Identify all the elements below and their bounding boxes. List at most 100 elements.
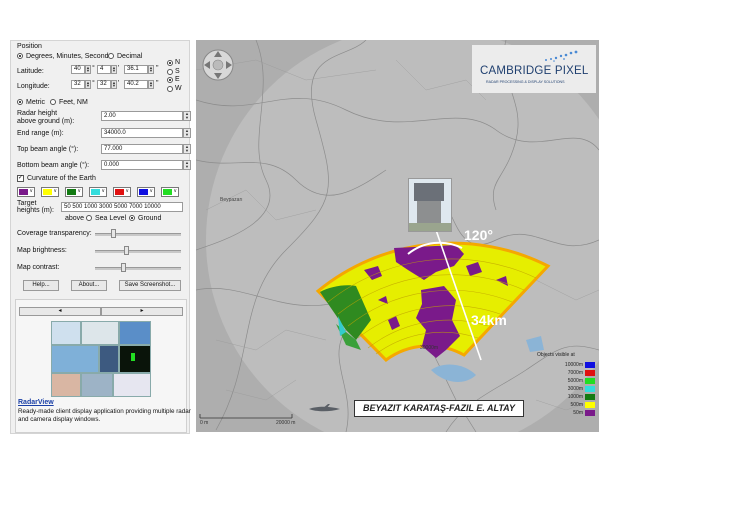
minute-symbol: ' [118, 80, 120, 87]
swatch-1-select[interactable]: ∨ [17, 187, 35, 197]
prev-button[interactable]: ◂ [19, 307, 101, 316]
legend-swatch [585, 394, 595, 400]
lat-degrees-input[interactable]: 40 [71, 65, 85, 74]
radar-photo [408, 178, 452, 232]
top-beam-spinner[interactable]: ▲ ▼ [183, 144, 191, 154]
longitude-label: Longitude: [17, 83, 50, 90]
swatch-color [139, 189, 148, 195]
legend-swatch [585, 378, 595, 384]
swatch-3-select[interactable]: ∨ [65, 187, 83, 197]
target-heights-label-2: heights (m): [17, 207, 54, 214]
map-contrast-slider[interactable] [95, 267, 181, 270]
legend-swatch [585, 402, 595, 408]
beam-angle-label: 120° [464, 227, 493, 243]
metric-radio[interactable] [17, 99, 23, 105]
sea-level-radio[interactable] [86, 215, 92, 221]
pan-control-icon[interactable] [201, 48, 235, 82]
west-radio[interactable] [167, 86, 173, 92]
bottom-beam-label: Bottom beam angle (°): [17, 162, 90, 169]
west-label: W [175, 85, 182, 92]
swatch-color [43, 189, 52, 195]
about-button[interactable]: About... [71, 280, 107, 291]
radarview-thumbnail[interactable] [51, 321, 151, 397]
lat-minutes-input[interactable]: 4 [97, 65, 111, 74]
swatch-2-select[interactable]: ∨ [41, 187, 59, 197]
legend-item: 7000m [531, 369, 597, 377]
lat-seconds-input[interactable]: 36.1 [124, 65, 148, 74]
lon-degrees-input[interactable]: 32 [71, 80, 85, 89]
east-label: E [175, 76, 180, 83]
swatch-4-select[interactable]: ∨ [89, 187, 107, 197]
lon-seconds-input[interactable]: 40.2 [124, 80, 148, 89]
chevron-down-icon: ∨ [77, 188, 81, 194]
save-screenshot-button[interactable]: Save Screenshot... [119, 280, 181, 291]
chevron-down-icon: ∨ [29, 188, 33, 194]
logo-dots-icon [545, 50, 578, 62]
target-heights-input[interactable]: 50 500 1000 3000 5000 7000 10000 [61, 202, 183, 212]
swatch-color [19, 189, 28, 195]
top-beam-label: Top beam angle (°): [17, 146, 79, 153]
radarview-link[interactable]: RadarView [18, 399, 54, 406]
map-view[interactable]: CAMBRIDGE PIXEL RADAR PROCESSING & DISPL… [196, 40, 599, 432]
legend-item: 50m [531, 409, 597, 417]
swatch-6-select[interactable]: ∨ [137, 187, 155, 197]
legend-label: 10000m [564, 362, 583, 368]
top-beam-input[interactable]: 77.000 [101, 144, 183, 154]
radar-height-label: Radar height [17, 110, 58, 117]
lon-minutes-spinner[interactable]: ▲ ▼ [111, 80, 117, 89]
help-button[interactable]: Help... [23, 280, 59, 291]
town-label: Beypazarı [220, 197, 243, 203]
curvature-checkbox[interactable]: ✓ [17, 175, 24, 182]
legend-swatch [585, 370, 595, 376]
lat-seconds-spinner[interactable]: ▲ ▼ [148, 65, 154, 74]
radar-height-input[interactable]: 2.00 [101, 111, 183, 121]
swatch-5-select[interactable]: ∨ [113, 187, 131, 197]
feet-radio[interactable] [50, 99, 56, 105]
legend-swatch [585, 362, 595, 368]
lat-minutes-spinner[interactable]: ▲ ▼ [111, 65, 117, 74]
position-title: Position [17, 43, 42, 50]
brightness-slider-thumb[interactable] [124, 246, 129, 255]
coverage-slider-thumb[interactable] [111, 229, 116, 238]
legend-item: 1000m [531, 393, 597, 401]
feet-label: Feet, NM [59, 99, 88, 106]
coverage-transparency-slider[interactable] [95, 233, 181, 236]
minute-symbol: ' [118, 65, 120, 72]
lon-seconds-spinner[interactable]: ▲ ▼ [148, 80, 154, 89]
lon-minutes-input[interactable]: 32 [97, 80, 111, 89]
east-radio[interactable] [167, 77, 173, 83]
contrast-slider-thumb[interactable] [121, 263, 126, 272]
chevron-down-icon: ∨ [149, 188, 153, 194]
radar-height-spinner[interactable]: ▲ ▼ [183, 111, 191, 121]
dms-radio[interactable] [17, 53, 23, 59]
swatch-7-select[interactable]: ∨ [161, 187, 179, 197]
end-range-input[interactable]: 34000.0 [101, 128, 183, 138]
bottom-beam-input[interactable]: 0.000 [101, 160, 183, 170]
next-button[interactable]: ▸ [101, 307, 183, 316]
sea-level-label: Sea Level [95, 215, 127, 222]
swatch-color [115, 189, 124, 195]
lat-degrees-spinner[interactable]: ▲ ▼ [85, 65, 91, 74]
north-radio[interactable] [167, 60, 173, 66]
decimal-radio[interactable] [108, 53, 114, 59]
chevron-down-icon: ∨ [173, 188, 177, 194]
end-range-spinner[interactable]: ▲ ▼ [183, 128, 191, 138]
radar-height-label-2: above ground (m): [17, 118, 75, 125]
map-brightness-slider[interactable] [95, 250, 181, 253]
south-radio[interactable] [167, 69, 173, 75]
degree-symbol: ° [92, 80, 95, 87]
lon-degrees-spinner[interactable]: ▲ ▼ [85, 80, 91, 89]
chevron-down-icon: ∨ [53, 188, 57, 194]
south-label: S [175, 68, 180, 75]
range-label: 34km [471, 312, 507, 328]
latitude-label: Latitude: [17, 68, 44, 75]
ground-radio[interactable] [129, 215, 135, 221]
north-label: N [175, 59, 181, 66]
legend: Objects visible at 10000m 7000m 5000m 30… [531, 352, 597, 420]
metric-label: Metric [26, 99, 46, 106]
legend-item: 500m [531, 401, 597, 409]
degree-symbol: ° [92, 65, 95, 72]
cambridge-pixel-logo: CAMBRIDGE PIXEL RADAR PROCESSING & DISPL… [472, 45, 596, 93]
bottom-beam-spinner[interactable]: ▲ ▼ [183, 160, 191, 170]
legend-label: 3000m [567, 386, 583, 392]
